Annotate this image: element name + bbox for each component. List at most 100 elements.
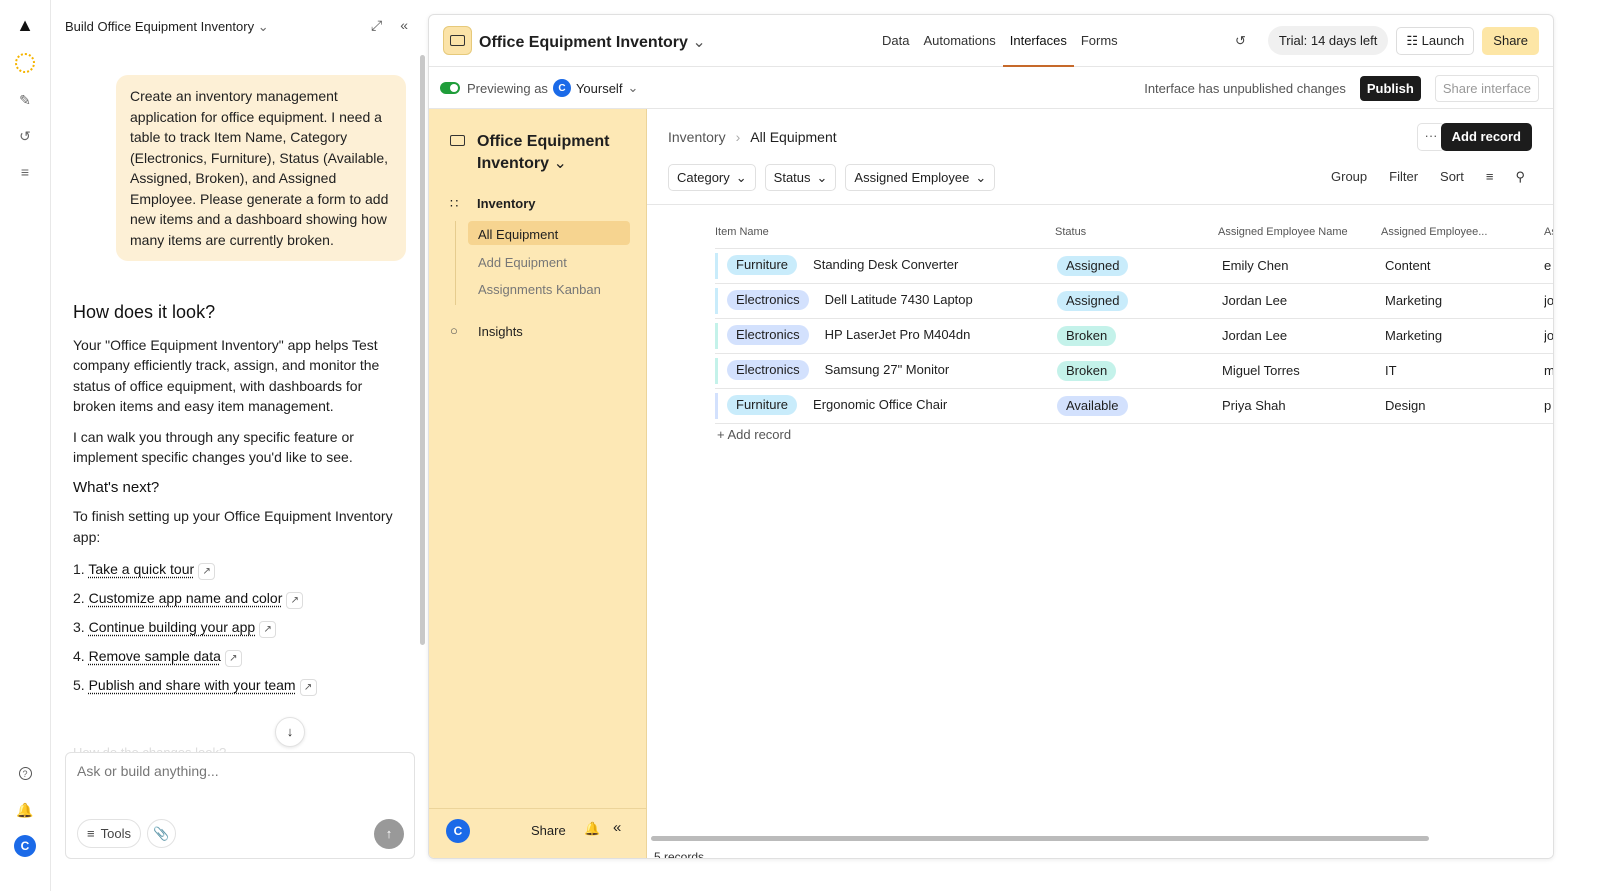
employee-cell[interactable]: Priya Shah bbox=[1218, 388, 1381, 424]
app-preview: Office Equipment Inventory ⌄ Data Automa… bbox=[428, 14, 1554, 859]
column-header[interactable]: Item Name bbox=[715, 217, 1055, 249]
status-cell[interactable]: Available bbox=[1055, 388, 1218, 424]
table-row[interactable]: Furniture Ergonomic Office Chair Availabl… bbox=[715, 388, 1553, 424]
item-cell[interactable]: Electronics Dell Latitude 7430 Laptop bbox=[715, 283, 1055, 319]
add-record-button[interactable]: Add record bbox=[1440, 123, 1532, 151]
app-title-dropdown[interactable]: Office Equipment Inventory ⌄ bbox=[479, 32, 706, 52]
external-link-icon[interactable]: ↗ bbox=[198, 563, 216, 580]
employee-cell[interactable]: Jordan Lee bbox=[1218, 318, 1381, 354]
step-link[interactable]: Customize app name and color bbox=[89, 590, 283, 606]
breadcrumb-parent[interactable]: Inventory bbox=[668, 129, 726, 145]
sidebar-item-all-equipment[interactable]: All Equipment bbox=[468, 221, 630, 245]
employee-cell[interactable]: Jordan Lee bbox=[1218, 283, 1381, 319]
column-header[interactable]: Assigned Employee... bbox=[1381, 217, 1544, 249]
department-cell[interactable]: Content bbox=[1381, 248, 1544, 284]
item-cell[interactable]: Furniture Ergonomic Office Chair bbox=[715, 388, 1055, 424]
avatar[interactable]: C bbox=[446, 819, 470, 843]
search-icon[interactable]: ⚲ bbox=[1515, 169, 1525, 185]
truncated-cell[interactable]: m bbox=[1544, 353, 1553, 389]
employee-cell[interactable]: Miguel Torres bbox=[1218, 353, 1381, 389]
help-icon[interactable]: ? bbox=[14, 762, 36, 784]
chat-scrollbar[interactable] bbox=[420, 55, 425, 645]
column-header[interactable]: Status bbox=[1055, 217, 1218, 249]
sliders-icon[interactable]: ≡ bbox=[14, 161, 36, 183]
expand-icon[interactable]: ⤢ bbox=[371, 17, 382, 34]
row-color-bar bbox=[715, 357, 718, 384]
collapse-icon[interactable]: « bbox=[400, 17, 408, 34]
horizontal-scrollbar[interactable] bbox=[651, 836, 1429, 841]
external-link-icon[interactable]: ↗ bbox=[259, 621, 277, 638]
history-icon[interactable]: ↺ bbox=[1235, 33, 1246, 49]
collapse-icon[interactable]: « bbox=[613, 819, 621, 836]
preview-user-dropdown[interactable]: Yourself bbox=[576, 81, 623, 96]
status-cell[interactable]: Broken bbox=[1055, 353, 1218, 389]
sort-button[interactable]: Sort bbox=[1440, 169, 1464, 185]
department-cell[interactable]: Design bbox=[1381, 388, 1544, 424]
app-logo-icon[interactable]: ▲ bbox=[14, 14, 36, 36]
bell-icon[interactable]: 🔔 bbox=[14, 799, 36, 821]
sidebar-item-add-equipment[interactable]: Add Equipment bbox=[478, 255, 567, 270]
avatar[interactable]: C bbox=[14, 835, 36, 857]
truncated-cell[interactable]: jo bbox=[1544, 318, 1553, 354]
group-button[interactable]: Group bbox=[1331, 169, 1367, 185]
sidebar-item-assignments-kanban[interactable]: Assignments Kanban bbox=[478, 282, 601, 297]
table-row[interactable]: Electronics HP LaserJet Pro M404dn Broken… bbox=[715, 318, 1553, 354]
sidebar-item-insights[interactable]: Insights bbox=[478, 324, 523, 339]
publish-button[interactable]: Publish bbox=[1359, 76, 1421, 101]
edit-icon[interactable]: ✎ bbox=[14, 89, 36, 111]
external-link-icon[interactable]: ↗ bbox=[299, 679, 317, 696]
table-row[interactable]: Electronics Samsung 27" Monitor Broken Mi… bbox=[715, 353, 1553, 389]
add-record-row[interactable]: + Add record bbox=[717, 427, 791, 442]
launch-button[interactable]: ☷ Launch bbox=[1396, 26, 1475, 55]
department-cell[interactable]: IT bbox=[1381, 353, 1544, 389]
item-cell[interactable]: Electronics HP LaserJet Pro M404dn bbox=[715, 318, 1055, 354]
item-cell[interactable]: Electronics Samsung 27" Monitor bbox=[715, 353, 1055, 389]
truncated-cell[interactable]: jo bbox=[1544, 283, 1553, 319]
interface-title[interactable]: Office Equipment Inventory ⌄ bbox=[477, 131, 627, 175]
step-link[interactable]: Continue building your app bbox=[89, 619, 256, 635]
row-height-icon[interactable]: ≡ bbox=[1486, 169, 1494, 185]
step-link[interactable]: Take a quick tour bbox=[88, 561, 194, 577]
filter-status[interactable]: Status ⌄ bbox=[764, 164, 837, 191]
status-cell[interactable]: Broken bbox=[1055, 318, 1218, 354]
share-interface-button[interactable]: Share interface bbox=[1434, 75, 1539, 102]
trial-badge[interactable]: Trial: 14 days left bbox=[1267, 26, 1389, 55]
filter-button[interactable]: Filter bbox=[1389, 169, 1418, 185]
truncated-cell[interactable]: p bbox=[1544, 388, 1553, 424]
section-inventory[interactable]: Inventory bbox=[477, 196, 536, 211]
status-cell[interactable]: Assigned bbox=[1055, 283, 1218, 319]
chat-input[interactable] bbox=[77, 763, 397, 779]
external-link-icon[interactable]: ↗ bbox=[224, 650, 242, 667]
truncated-cell[interactable]: e bbox=[1544, 248, 1553, 284]
filter-assigned-employee[interactable]: Assigned Employee ⌄ bbox=[845, 164, 996, 191]
tab-interfaces[interactable]: Interfaces bbox=[1002, 15, 1074, 67]
step-link[interactable]: Publish and share with your team bbox=[89, 677, 296, 693]
tab-automations[interactable]: Automations bbox=[916, 15, 1002, 67]
chat-title-dropdown[interactable]: Build Office Equipment Inventory ⌄ bbox=[65, 19, 269, 35]
table-row[interactable]: Furniture Standing Desk Converter Assigne… bbox=[715, 248, 1553, 284]
external-link-icon[interactable]: ↗ bbox=[286, 592, 304, 609]
step-link[interactable]: Remove sample data bbox=[89, 648, 221, 664]
column-header[interactable]: Assigned Employee Name bbox=[1218, 217, 1381, 249]
department-cell[interactable]: Marketing bbox=[1381, 318, 1544, 354]
filter-category[interactable]: Category ⌄ bbox=[668, 164, 756, 191]
scroll-down-button[interactable]: ↓ bbox=[275, 717, 305, 747]
bell-icon[interactable]: 🔔 bbox=[584, 821, 600, 837]
tab-data[interactable]: Data bbox=[875, 15, 916, 67]
sidebar-share-button[interactable]: Share bbox=[531, 823, 566, 838]
table-row[interactable]: Electronics Dell Latitude 7430 Laptop Ass… bbox=[715, 283, 1553, 319]
item-cell[interactable]: Furniture Standing Desk Converter bbox=[715, 248, 1055, 284]
status-cell[interactable]: Assigned bbox=[1055, 248, 1218, 284]
share-button[interactable]: Share bbox=[1482, 26, 1539, 55]
chevron-down-icon: ⌄ bbox=[692, 34, 706, 51]
employee-cell[interactable]: Emily Chen bbox=[1218, 248, 1381, 284]
tab-forms[interactable]: Forms bbox=[1074, 15, 1125, 67]
send-button[interactable]: ↑ bbox=[374, 819, 404, 849]
preview-toggle[interactable] bbox=[440, 82, 460, 94]
history-icon[interactable]: ↺ bbox=[14, 125, 36, 147]
attach-button[interactable]: 📎 bbox=[147, 819, 176, 848]
tools-button[interactable]: ≡ Tools bbox=[77, 819, 141, 848]
column-header[interactable]: As bbox=[1544, 217, 1553, 249]
ai-sparkle-icon[interactable] bbox=[14, 52, 36, 74]
department-cell[interactable]: Marketing bbox=[1381, 283, 1544, 319]
